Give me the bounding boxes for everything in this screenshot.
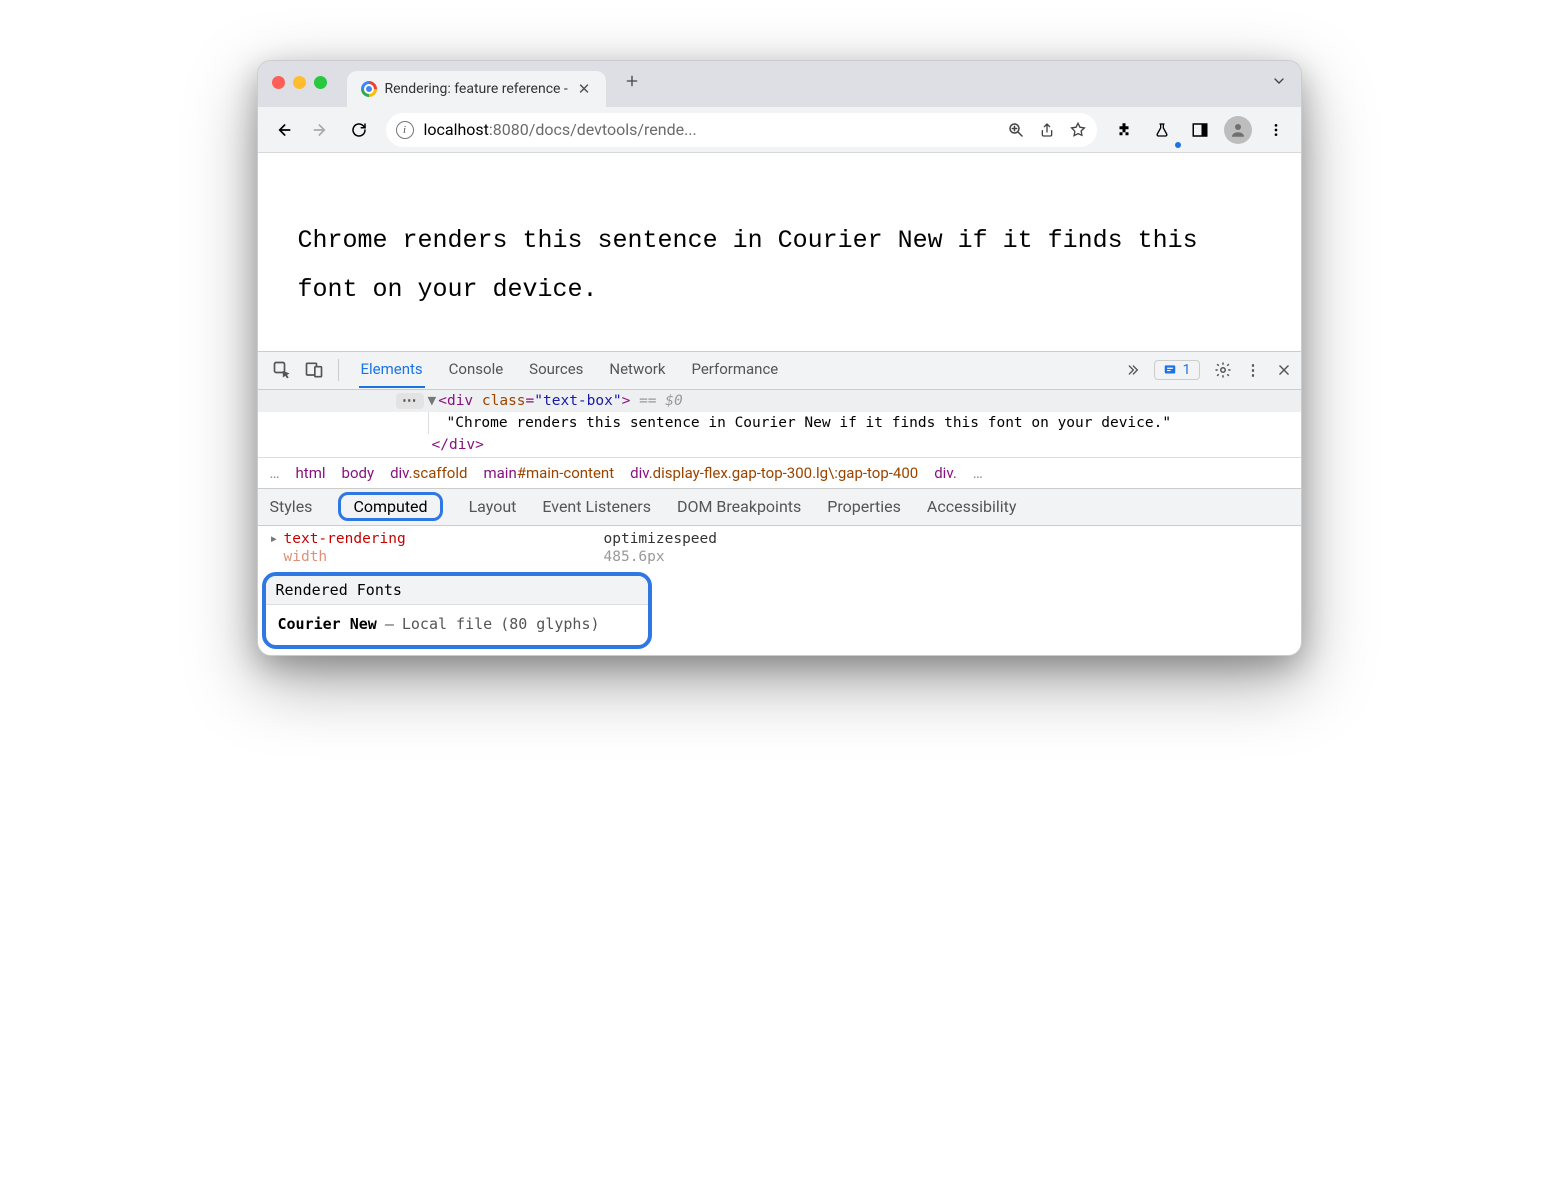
url-text: localhost:8080/docs/devtools/rende... bbox=[424, 120, 997, 139]
devtools-close-icon[interactable] bbox=[1277, 363, 1291, 377]
inspect-icon[interactable] bbox=[268, 356, 296, 384]
styles-subtabs: Styles Computed Layout Event Listeners D… bbox=[258, 488, 1301, 526]
crumb-div[interactable]: div. bbox=[934, 464, 957, 482]
issues-count: 1 bbox=[1183, 362, 1191, 378]
tab-network[interactable]: Network bbox=[607, 352, 667, 388]
subtab-dom-breakpoints[interactable]: DOM Breakpoints bbox=[677, 497, 801, 516]
tab-strip: Rendering: feature reference - ✕ bbox=[347, 61, 1301, 107]
browser-toolbar: i localhost:8080/docs/devtools/rende... bbox=[258, 107, 1301, 153]
rendered-font-entry: Courier New — Local file (80 glyphs) bbox=[266, 605, 648, 645]
share-icon[interactable] bbox=[1039, 121, 1055, 139]
computed-row[interactable]: ▸ text-rendering optimizespeed bbox=[258, 530, 1301, 548]
maximize-window-button[interactable] bbox=[314, 76, 327, 89]
settings-gear-icon[interactable] bbox=[1214, 361, 1232, 379]
property-value: optimizespeed bbox=[604, 531, 718, 547]
divider bbox=[338, 359, 339, 381]
tab-sources[interactable]: Sources bbox=[527, 352, 585, 388]
device-toolbar-icon[interactable] bbox=[300, 356, 328, 384]
crumb-html[interactable]: html bbox=[296, 464, 326, 482]
omnibox[interactable]: i localhost:8080/docs/devtools/rende... bbox=[386, 113, 1097, 147]
property-value: 485.6px bbox=[604, 549, 665, 565]
selected-node-marker: == $0 bbox=[639, 393, 683, 409]
side-panel-icon[interactable] bbox=[1183, 113, 1217, 147]
font-source: Local file bbox=[402, 615, 492, 633]
reload-button[interactable] bbox=[342, 113, 376, 147]
dom-breadcrumbs[interactable]: … html body div.scaffold main#main-conte… bbox=[258, 457, 1301, 488]
tab-list-dropdown[interactable] bbox=[1271, 73, 1287, 89]
tab-title: Rendering: feature reference - bbox=[385, 81, 568, 97]
subtab-computed[interactable]: Computed bbox=[338, 492, 442, 521]
crumb-overflow-right[interactable]: … bbox=[973, 464, 983, 482]
rendered-fonts-section: Rendered Fonts Courier New — Local file … bbox=[262, 572, 652, 649]
back-button[interactable] bbox=[266, 113, 300, 147]
property-name: text-rendering bbox=[284, 531, 604, 547]
bookmark-star-icon[interactable] bbox=[1069, 121, 1087, 139]
forward-button[interactable] bbox=[304, 113, 338, 147]
crumb-display-flex[interactable]: div.display-flex.gap-top-300.lg\:gap-top… bbox=[630, 464, 918, 482]
collapsed-ancestors-icon[interactable]: ⋯ bbox=[396, 393, 424, 409]
profile-avatar[interactable] bbox=[1221, 113, 1255, 147]
subtab-styles[interactable]: Styles bbox=[270, 497, 313, 516]
chrome-menu-icon[interactable] bbox=[1259, 113, 1293, 147]
font-glyph-count: (80 glyphs) bbox=[500, 615, 599, 633]
page-text: Chrome renders this sentence in Courier … bbox=[298, 217, 1261, 315]
font-name: Courier New bbox=[278, 615, 377, 633]
expand-caret-icon[interactable]: ▸ bbox=[270, 531, 284, 547]
page-viewport: Chrome renders this sentence in Courier … bbox=[258, 153, 1301, 351]
zoom-icon[interactable] bbox=[1007, 121, 1025, 139]
subtab-accessibility[interactable]: Accessibility bbox=[927, 497, 1017, 516]
extensions-icon[interactable] bbox=[1107, 113, 1141, 147]
computed-properties: ▸ text-rendering optimizespeed width 485… bbox=[258, 526, 1301, 655]
close-window-button[interactable] bbox=[272, 76, 285, 89]
subtab-layout[interactable]: Layout bbox=[469, 497, 517, 516]
property-name: width bbox=[284, 549, 604, 565]
minimize-window-button[interactable] bbox=[293, 76, 306, 89]
subtab-event-listeners[interactable]: Event Listeners bbox=[542, 497, 651, 516]
dom-tree[interactable]: ⋯ ▼<div class="text-box"> == $0 "Chrome … bbox=[258, 390, 1301, 457]
browser-tab[interactable]: Rendering: feature reference - ✕ bbox=[347, 71, 607, 107]
site-info-icon[interactable]: i bbox=[396, 121, 414, 139]
new-tab-button[interactable] bbox=[618, 67, 646, 95]
dom-node-selected[interactable]: ⋯ ▼<div class="text-box"> == $0 bbox=[258, 390, 1301, 412]
subtab-properties[interactable]: Properties bbox=[827, 497, 901, 516]
chrome-favicon-icon bbox=[361, 81, 377, 97]
dom-close-tag[interactable]: </div> bbox=[258, 434, 1301, 456]
more-tabs-icon[interactable] bbox=[1124, 362, 1140, 378]
crumb-main[interactable]: main#main-content bbox=[483, 464, 614, 482]
titlebar: Rendering: feature reference - ✕ bbox=[258, 61, 1301, 107]
tab-close-button[interactable]: ✕ bbox=[576, 80, 593, 98]
devtools-menu-icon[interactable]: ⋮ bbox=[1246, 361, 1263, 379]
tab-elements[interactable]: Elements bbox=[359, 352, 425, 388]
expand-caret-icon[interactable]: ▼ bbox=[428, 393, 437, 409]
browser-window: Rendering: feature reference - ✕ i local… bbox=[257, 60, 1302, 656]
tab-performance[interactable]: Performance bbox=[689, 352, 780, 388]
crumb-overflow-left[interactable]: … bbox=[270, 464, 280, 482]
dom-text-node[interactable]: "Chrome renders this sentence in Courier… bbox=[258, 412, 1301, 434]
tab-console[interactable]: Console bbox=[447, 352, 506, 388]
traffic-lights bbox=[272, 76, 327, 89]
devtools-panel: Elements Console Sources Network Perform… bbox=[258, 351, 1301, 655]
devtools-tabs: Elements Console Sources Network Perform… bbox=[359, 352, 781, 388]
computed-row[interactable]: width 485.6px bbox=[258, 548, 1301, 566]
labs-icon[interactable] bbox=[1145, 113, 1179, 147]
crumb-body[interactable]: body bbox=[342, 464, 375, 482]
crumb-scaffold[interactable]: div.scaffold bbox=[390, 464, 467, 482]
issues-badge[interactable]: 1 bbox=[1154, 360, 1200, 380]
devtools-toolbar: Elements Console Sources Network Perform… bbox=[258, 352, 1301, 390]
rendered-fonts-heading: Rendered Fonts bbox=[266, 576, 648, 605]
